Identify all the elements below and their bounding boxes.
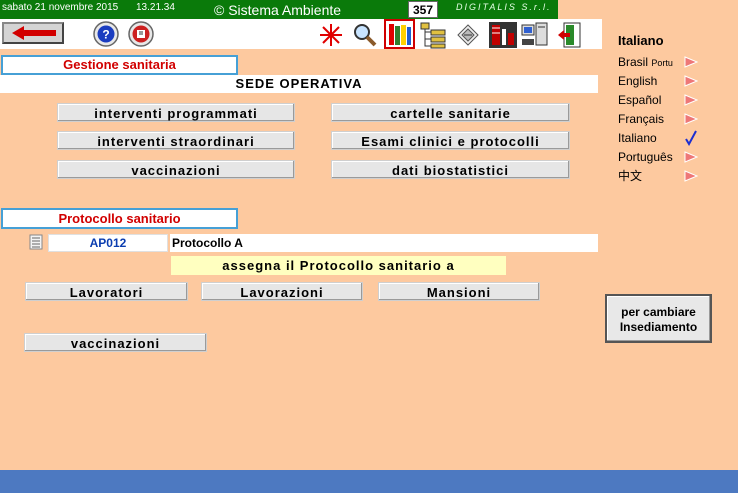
- tree-list-button[interactable]: [419, 21, 449, 49]
- computer-icon: [521, 22, 548, 46]
- folders-button[interactable]: [384, 19, 415, 49]
- svg-text:?: ?: [102, 28, 109, 42]
- date-label: sabato 21 novembre 2015: [2, 2, 119, 13]
- sede-operativa-bar: SEDE OPERATIVA: [0, 75, 598, 93]
- esami-clinici-button[interactable]: Esami clinici e protocolli: [331, 131, 570, 150]
- protocol-code-field[interactable]: AP012: [48, 234, 168, 252]
- vaccinazioni-button[interactable]: vaccinazioni: [57, 160, 295, 179]
- info-icon: [128, 21, 154, 47]
- exit-button[interactable]: [556, 21, 584, 49]
- help-icon: ?: [93, 21, 119, 47]
- language-option-espanol[interactable]: Español: [618, 93, 661, 107]
- protocol-vaccinazioni-button[interactable]: vaccinazioni: [24, 333, 207, 352]
- info-button[interactable]: [128, 21, 154, 47]
- language-option-portugues[interactable]: Português: [618, 150, 673, 164]
- protocol-name-field[interactable]: Protocollo A: [170, 234, 598, 252]
- language-sublabel: Portu: [651, 58, 673, 68]
- snowflake-button[interactable]: [318, 22, 344, 48]
- flag-arrow-icon[interactable]: [684, 170, 698, 182]
- dati-biostatistici-button[interactable]: dati biostatistici: [331, 160, 570, 179]
- flag-arrow-icon[interactable]: [684, 113, 698, 125]
- cambia-insediamento-button[interactable]: per cambiare Insediamento: [605, 294, 712, 343]
- snowflake-icon: [320, 24, 342, 46]
- flag-arrow-icon[interactable]: [684, 56, 698, 68]
- language-option-italiano[interactable]: Italiano: [618, 131, 657, 145]
- list-icon[interactable]: [29, 234, 43, 250]
- language-title: Italiano: [618, 33, 664, 48]
- checkmark-icon: [684, 130, 698, 146]
- assign-protocol-label: assegna il Protocollo sanitario a: [171, 256, 506, 275]
- lavoratori-button[interactable]: Lavoratori: [25, 282, 188, 301]
- computer-button[interactable]: [520, 21, 550, 49]
- folders-icon: [389, 24, 411, 45]
- flag-arrow-icon[interactable]: [684, 151, 698, 163]
- flag-arrow-icon[interactable]: [684, 94, 698, 106]
- language-option-chinese[interactable]: 中文: [618, 167, 642, 184]
- language-option-brasil[interactable]: Brasil Portu: [618, 55, 673, 69]
- top-status-bar: sabato 21 novembre 2015 13.21.34 © Siste…: [0, 0, 558, 19]
- interventi-straordinari-button[interactable]: interventi straordinari: [57, 131, 295, 150]
- back-arrow-icon: [12, 26, 56, 40]
- flag-arrow-icon[interactable]: [684, 75, 698, 87]
- back-button[interactable]: [2, 22, 64, 44]
- language-option-english[interactable]: English: [618, 74, 657, 88]
- cartelle-sanitarie-button[interactable]: cartelle sanitarie: [331, 103, 570, 122]
- documents-icon: [457, 24, 479, 46]
- documents-button[interactable]: [454, 21, 482, 49]
- search-icon: [354, 24, 377, 47]
- mansioni-button[interactable]: Mansioni: [378, 282, 540, 301]
- interventi-programmati-button[interactable]: interventi programmati: [57, 103, 295, 122]
- chart-icon: [489, 22, 517, 48]
- bottom-bar: [0, 470, 738, 493]
- toolbar: ?: [0, 19, 602, 49]
- search-button[interactable]: [352, 22, 378, 48]
- exit-icon: [558, 22, 581, 48]
- tree-list-icon: [420, 22, 446, 49]
- chart-button[interactable]: [488, 21, 518, 49]
- count-badge: 357: [408, 1, 438, 18]
- gestione-header: Gestione sanitaria: [1, 55, 238, 75]
- help-button[interactable]: ?: [93, 21, 119, 47]
- lavorazioni-button[interactable]: Lavorazioni: [201, 282, 363, 301]
- company-label: DIGITALIS S.r.l.: [456, 2, 552, 12]
- copyright-label: © Sistema Ambiente: [214, 2, 342, 18]
- time-label: 13.21.34: [136, 2, 175, 13]
- language-label: Brasil: [618, 55, 649, 69]
- protocollo-header: Protocollo sanitario: [1, 208, 238, 229]
- language-option-francais[interactable]: Français: [618, 112, 664, 126]
